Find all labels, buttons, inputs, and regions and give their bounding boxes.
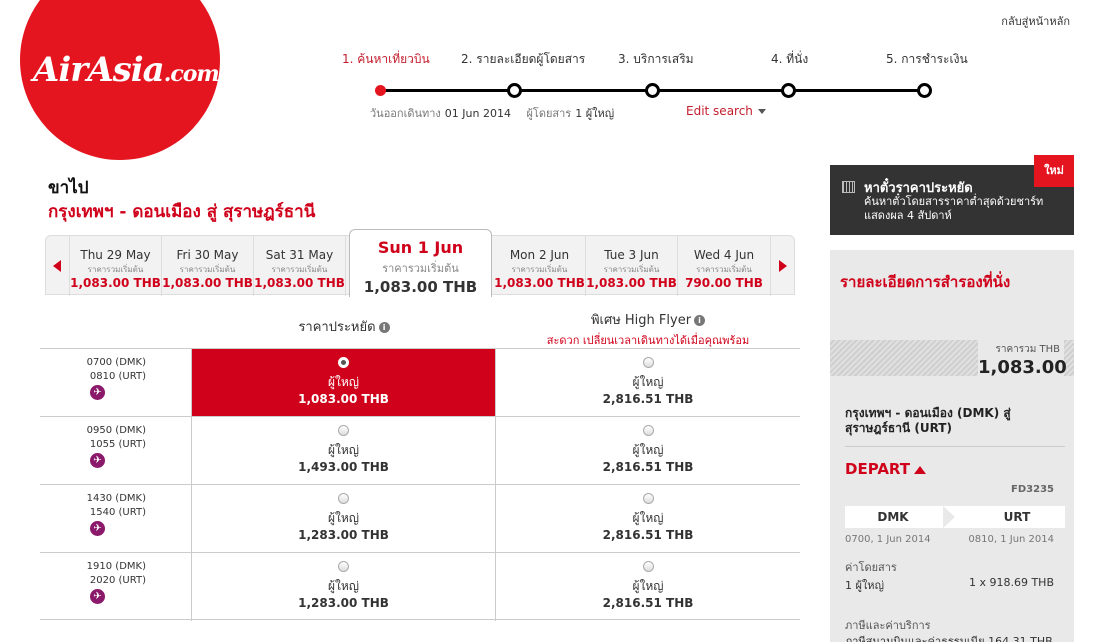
- plane-icon[interactable]: ✈: [90, 589, 105, 604]
- fare-radio[interactable]: [642, 425, 654, 436]
- table-row: 0950 (DMK) 1055 (URT) ✈ ผู้ใหญ่ 1,493.00 T…: [40, 416, 800, 485]
- direction-label: ขาไป: [48, 178, 89, 198]
- total-price: ราคารวม THB 1,083.00: [978, 338, 1067, 380]
- fare-radio[interactable]: [338, 425, 349, 436]
- economy-fare-option[interactable]: ผู้ใหญ่ 1,083.00 THB: [192, 349, 496, 417]
- logo-wordmark[interactable]: AirAsia.com: [33, 50, 220, 90]
- flight-times: 1910 (DMK) 2020 (URT) ✈: [40, 553, 192, 621]
- table-row: 1910 (DMK) 2020 (URT) ✈ ผู้ใหญ่ 1,283.00 T…: [40, 552, 800, 621]
- fare-radio[interactable]: [642, 561, 654, 572]
- depart-toggle[interactable]: DEPART: [845, 460, 927, 478]
- step-5-indicator: [917, 83, 932, 98]
- date-tab-fri-30-may[interactable]: Fri 30 May ราคารวมเริ่มต้น 1,083.00 THB: [162, 236, 254, 296]
- depart-date-label: วันออกเดินทาง: [370, 107, 441, 120]
- info-icon[interactable]: i: [378, 322, 390, 333]
- departure-time: 0700, 1 Jun 2014: [845, 534, 931, 545]
- economy-fare-option[interactable]: ผู้ใหญ่ 1,283.00 THB: [192, 553, 496, 621]
- plane-icon[interactable]: ✈: [90, 521, 105, 536]
- date-tab-tue-3-jun[interactable]: Tue 3 Jun ราคารวมเริ่มต้น 1,083.00 THB: [586, 236, 678, 296]
- high-flyer-fare-option[interactable]: ผู้ใหญ่ 2,816.51 THB: [496, 417, 800, 485]
- fare-passengers: 1 ผู้ใหญ่: [845, 579, 884, 592]
- divider: [845, 446, 1065, 447]
- high-flyer-fare-option[interactable]: ผู้ใหญ่ 2,816.51 THB: [496, 485, 800, 553]
- fare-radio[interactable]: [642, 493, 654, 504]
- chevron-up-icon: [914, 465, 927, 474]
- arrow-right-icon: [779, 260, 787, 272]
- step-4-indicator: [781, 83, 796, 98]
- date-selector: Thu 29 May ราคารวมเริ่มต้น 1,083.00 THB Fr…: [45, 229, 795, 297]
- fare-calculation: 1 x 918.69 THB: [968, 576, 1054, 589]
- flight-times: 0700 (DMK) 0810 (URT) ✈: [40, 349, 192, 417]
- summary-route: กรุงเทพฯ - ดอนเมือง (DMK) สู่ สุราษฎร์ธา…: [845, 406, 1011, 435]
- fare-radio[interactable]: [642, 357, 654, 368]
- fare-label: ค่าโดยสาร: [845, 561, 897, 574]
- date-tab-sun-1-jun[interactable]: Sun 1 Jun ราคารวมเริ่มต้น 1,083.00 THB: [349, 229, 492, 297]
- high-flyer-fare-option[interactable]: ผู้ใหญ่ 2,816.51 THB: [496, 349, 800, 417]
- step-3-indicator: [645, 83, 660, 98]
- low-fare-finder-promo[interactable]: หาตั๋วราคาประหยัด ค้นหาตั๋วโดยสารราคาต่ำ…: [830, 155, 1074, 235]
- fare-radio[interactable]: [338, 561, 349, 572]
- flight-times: 1430 (DMK) 1540 (URT) ✈: [40, 485, 192, 553]
- flight-leg: DMK URT: [845, 506, 1065, 528]
- tax-row: ภาษีสนามบินและค่าธรรมเนีย 164.31 THB: [845, 635, 1053, 642]
- date-tab-sat-31-may[interactable]: Sat 31 May ราคารวมเริ่มต้น 1,083.00 THB: [254, 236, 346, 296]
- fare-radio[interactable]: [338, 493, 349, 504]
- date-tab-mon-2-jun[interactable]: Mon 2 Jun ราคารวมเริ่มต้น 1,083.00 THB: [494, 236, 586, 296]
- info-icon[interactable]: i: [694, 315, 706, 326]
- step-4-seats: 4. ที่นั่ง: [771, 52, 809, 66]
- route-title: กรุงเทพฯ - ดอนเมือง สู่ สุราษฎร์ธานี: [48, 202, 316, 222]
- flight-times: 0950 (DMK) 1055 (URT) ✈: [40, 417, 192, 485]
- step-3-add-ons: 3. บริการเสริม: [618, 52, 694, 66]
- step-2-indicator: [507, 83, 522, 98]
- step-1-indicator: [375, 85, 386, 96]
- chevron-right-icon: [943, 506, 955, 528]
- prev-dates-button[interactable]: [46, 236, 70, 296]
- arrow-left-icon: [53, 260, 61, 272]
- date-tab-thu-29-may[interactable]: Thu 29 May ราคารวมเริ่มต้น 1,083.00 THB: [70, 236, 162, 296]
- plane-icon[interactable]: ✈: [90, 385, 105, 400]
- step-2-passenger-details: 2. รายละเอียดผู้โดยสาร: [461, 52, 586, 66]
- new-badge: ใหม่: [1034, 155, 1074, 187]
- date-tab-wed-4-jun[interactable]: Wed 4 Jun ราคารวมเริ่มต้น 790.00 THB: [678, 236, 770, 296]
- next-dates-button[interactable]: [770, 236, 794, 296]
- passenger-value: 1 ผู้ใหญ่: [575, 107, 615, 120]
- step-5-payment: 5. การชำระเงิน: [886, 52, 968, 66]
- calendar-icon: [842, 181, 855, 193]
- step-1-search[interactable]: 1. ค้นหาเที่ยวบิน: [342, 50, 430, 69]
- fare-radio[interactable]: [338, 357, 349, 368]
- chevron-down-icon: [757, 109, 766, 114]
- passenger-label: ผู้โดยสาร: [526, 107, 572, 120]
- edit-search-link[interactable]: Edit search: [686, 104, 766, 118]
- flight-number: FD3235: [1011, 484, 1054, 495]
- economy-column-header: ราคาประหยัด i: [192, 316, 496, 337]
- arrival-time: 0810, 1 Jun 2014: [968, 534, 1054, 545]
- booking-summary-panel: รายละเอียดการสำรองที่นั่ง ราคารวม THB 1,…: [830, 250, 1074, 642]
- economy-fare-option[interactable]: ผู้ใหญ่ 1,283.00 THB: [192, 485, 496, 553]
- plane-icon[interactable]: ✈: [90, 453, 105, 468]
- table-row: 0700 (DMK) 0810 (URT) ✈ ผู้ใหญ่ 1,083.00 T…: [40, 348, 800, 417]
- flight-list: 0700 (DMK) 0810 (URT) ✈ ผู้ใหญ่ 1,083.00 T…: [40, 348, 800, 621]
- high-flyer-column-header: พิเศษ High Flyer i สะดวก เปลี่ยนเวลาเดินท…: [546, 313, 750, 347]
- booking-summary-heading: รายละเอียดการสำรองที่นั่ง: [840, 273, 1011, 291]
- high-flyer-fare-option[interactable]: ผู้ใหญ่ 2,816.51 THB: [496, 553, 800, 621]
- table-row: 1430 (DMK) 1540 (URT) ✈ ผู้ใหญ่ 1,283.00 T…: [40, 484, 800, 553]
- depart-date-value: 01 Jun 2014: [444, 107, 511, 120]
- search-summary: วันออกเดินทาง 01 Jun 2014 ผู้โดยสาร 1 ผู้ใ…: [370, 104, 626, 122]
- home-link[interactable]: กลับสู่หน้าหลัก: [1001, 12, 1070, 30]
- economy-fare-option[interactable]: ผู้ใหญ่ 1,493.00 THB: [192, 417, 496, 485]
